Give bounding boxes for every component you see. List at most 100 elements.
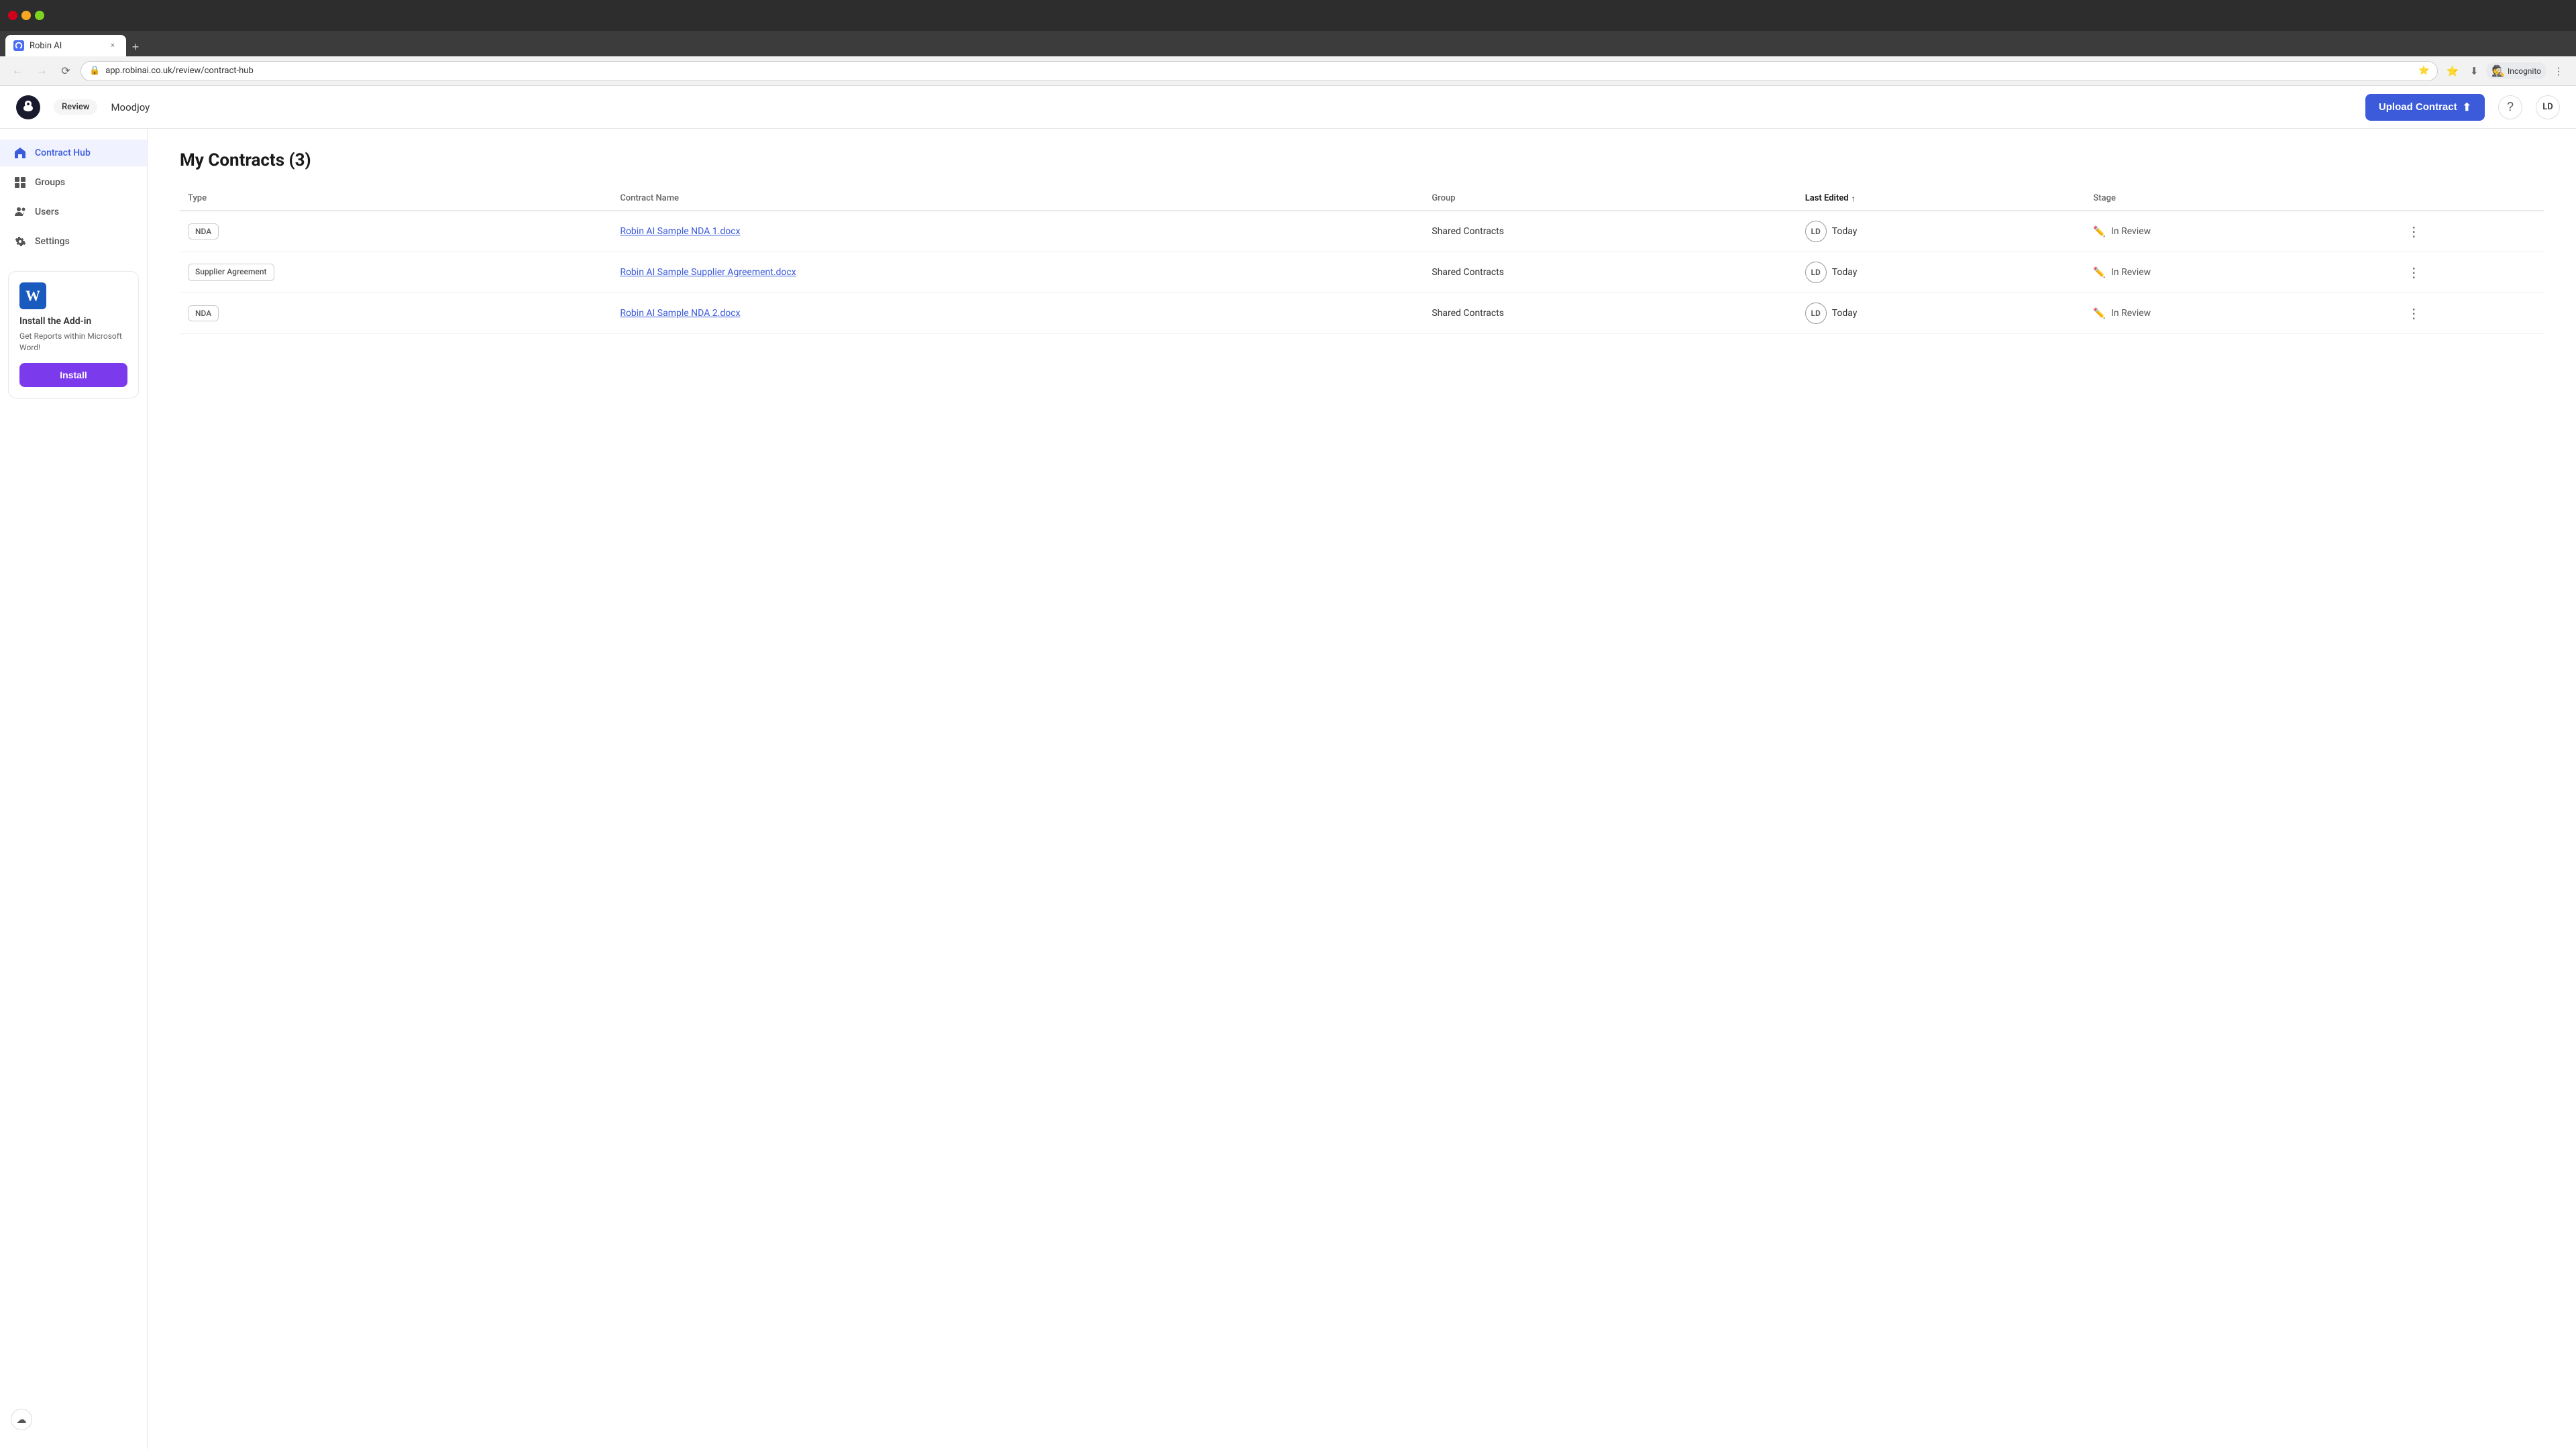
groups-icon	[13, 176, 27, 189]
last-edited-text-2: Today	[1832, 308, 1858, 319]
contracts-table: Type Contract Name Group Last Edited ↑	[180, 186, 2544, 334]
addon-install-btn[interactable]: Install	[19, 363, 127, 387]
cell-contract-name-0: Robin AI Sample NDA 1.docx	[612, 211, 1424, 252]
address-text: app.robinai.co.uk/review/contract-hub	[105, 66, 2413, 76]
sidebar-item-contract-hub[interactable]: Contract Hub	[0, 140, 147, 166]
sort-ascending-icon: ↑	[1851, 194, 1856, 203]
cell-last-edited-2: LD Today	[1797, 293, 2086, 333]
user-avatar-sm-2: LD	[1805, 303, 1827, 324]
table-row: NDA Robin AI Sample NDA 1.docx Shared Cont…	[180, 211, 2544, 252]
sidebar: Contract Hub Groups	[0, 129, 148, 1449]
back-btn[interactable]: ←	[8, 62, 27, 80]
settings-icon	[13, 235, 27, 248]
download-btn[interactable]: ⬇	[2465, 62, 2483, 80]
tab-close-btn[interactable]: ×	[107, 40, 118, 51]
stage-content-2: ✏️In Review	[2093, 307, 2388, 319]
menu-btn[interactable]: ⋮	[2549, 62, 2568, 80]
review-badge[interactable]: Review	[54, 99, 97, 115]
last-edited-text-0: Today	[1832, 226, 1858, 237]
table-header-row: Type Contract Name Group Last Edited ↑	[180, 186, 2544, 211]
contract-link-2[interactable]: Robin AI Sample NDA 2.docx	[620, 308, 740, 319]
app-header: Review Moodjoy Upload Contract ⬆ ? LD	[0, 86, 2576, 129]
new-tab-btn[interactable]: +	[126, 38, 145, 56]
type-badge-2: NDA	[188, 305, 219, 321]
window-controls	[8, 11, 44, 20]
type-badge-1: Supplier Agreement	[188, 264, 274, 281]
sidebar-item-users[interactable]: Users	[0, 199, 147, 225]
contract-link-1[interactable]: Robin AI Sample Supplier Agreement.docx	[620, 267, 796, 278]
table-row: Supplier Agreement Robin AI Sample Suppli…	[180, 252, 2544, 293]
window-close-btn[interactable]	[8, 11, 17, 20]
user-avatar[interactable]: LD	[2536, 95, 2560, 119]
sidebar-addon-panel: W Install the Add-in Get Reports within …	[8, 271, 139, 398]
sidebar-item-label-contract-hub: Contract Hub	[35, 148, 91, 158]
stage-text-2: In Review	[2111, 308, 2151, 319]
stage-content-1: ✏️ In Review	[2093, 266, 2388, 278]
sidebar-item-label-users: Users	[35, 207, 59, 217]
col-last-edited[interactable]: Last Edited ↑	[1797, 186, 2086, 211]
bookmark-btn[interactable]: ⭐	[2443, 62, 2462, 80]
forward-btn[interactable]: →	[32, 62, 51, 80]
more-options-btn-2[interactable]: ⋮	[2404, 304, 2423, 323]
cell-stage-0: ✏️ In Review	[2085, 211, 2396, 252]
table-row: NDA Robin AI Sample NDA 2.docx Shared Cont…	[180, 293, 2544, 334]
more-options-btn-1[interactable]: ⋮	[2404, 263, 2423, 282]
last-edited-text-1: Today	[1832, 267, 1858, 278]
cell-more-1: ⋮	[2396, 252, 2544, 293]
main-layout: Contract Hub Groups	[0, 129, 2576, 1449]
tab-label: Robin AI	[30, 41, 62, 51]
window-maximize-btn[interactable]	[35, 11, 44, 20]
stage-text-0: In Review	[2111, 226, 2151, 237]
col-group: Group	[1424, 186, 1796, 211]
sidebar-item-groups[interactable]: Groups	[0, 169, 147, 196]
cell-type-0: NDA	[180, 211, 612, 252]
sidebar-item-settings[interactable]: Settings	[0, 228, 147, 255]
incognito-badge[interactable]: 🕵 Incognito	[2486, 62, 2546, 79]
upload-icon: ⬆	[2463, 101, 2471, 114]
cell-type-1: Supplier Agreement	[180, 252, 612, 293]
stage-text-1: In Review	[2111, 267, 2151, 278]
company-name: Moodjoy	[111, 101, 150, 113]
cell-contract-name-1: Robin AI Sample Supplier Agreement.docx	[612, 252, 1424, 293]
reload-btn[interactable]: ⟳	[56, 62, 75, 80]
user-avatar-sm-0: LD	[1805, 221, 1827, 242]
cell-more-0: ⋮	[2396, 211, 2544, 252]
address-bar[interactable]: 🔒 app.robinai.co.uk/review/contract-hub …	[80, 61, 2438, 81]
app-logo	[16, 95, 40, 119]
edit-icon-0: ✏️	[2093, 225, 2106, 237]
word-icon: W	[19, 282, 46, 309]
cell-group-2: Shared Contracts	[1424, 293, 1796, 334]
cell-group-1: Shared Contracts	[1424, 252, 1796, 293]
feedback-icon: ☁	[17, 1413, 27, 1426]
cell-stage-1: ✏️ In Review	[2085, 252, 2396, 293]
app-container: Review Moodjoy Upload Contract ⬆ ? LD Co…	[0, 86, 2576, 1449]
page-title: My Contracts (3)	[180, 150, 2544, 170]
users-icon	[13, 205, 27, 219]
type-badge-0: NDA	[188, 223, 219, 239]
cell-stage-2: ✏️In Review	[2085, 293, 2396, 334]
browser-chrome	[0, 0, 2576, 31]
tab-favicon	[13, 40, 24, 51]
more-options-btn-0[interactable]: ⋮	[2404, 222, 2423, 241]
home-icon	[13, 146, 27, 160]
edit-icon-1: ✏️	[2093, 266, 2106, 278]
col-contract-name: Contract Name	[612, 186, 1424, 211]
tab-bar: Robin AI × +	[0, 31, 2576, 56]
help-icon: ?	[2507, 100, 2514, 114]
feedback-btn[interactable]: ☁	[11, 1409, 32, 1430]
window-minimize-btn[interactable]	[21, 11, 31, 20]
sidebar-item-label-groups: Groups	[35, 177, 65, 188]
cell-group-0: Shared Contracts	[1424, 211, 1796, 252]
cell-contract-name-2: Robin AI Sample NDA 2.docx	[612, 293, 1424, 334]
upload-contract-btn[interactable]: Upload Contract ⬆	[2365, 94, 2485, 121]
upload-contract-label: Upload Contract	[2379, 101, 2457, 113]
contract-link-0[interactable]: Robin AI Sample NDA 1.docx	[620, 226, 740, 237]
addon-title: Install the Add-in	[19, 316, 127, 327]
help-btn[interactable]: ?	[2498, 95, 2522, 119]
cell-last-edited-1: LDToday	[1797, 252, 2086, 292]
active-tab[interactable]: Robin AI ×	[5, 35, 126, 56]
nav-actions: ⭐ ⬇ 🕵 Incognito ⋮	[2443, 62, 2568, 80]
col-type-label: Type	[188, 193, 207, 203]
cell-type-2: NDA	[180, 293, 612, 334]
cell-more-2: ⋮	[2396, 293, 2544, 334]
